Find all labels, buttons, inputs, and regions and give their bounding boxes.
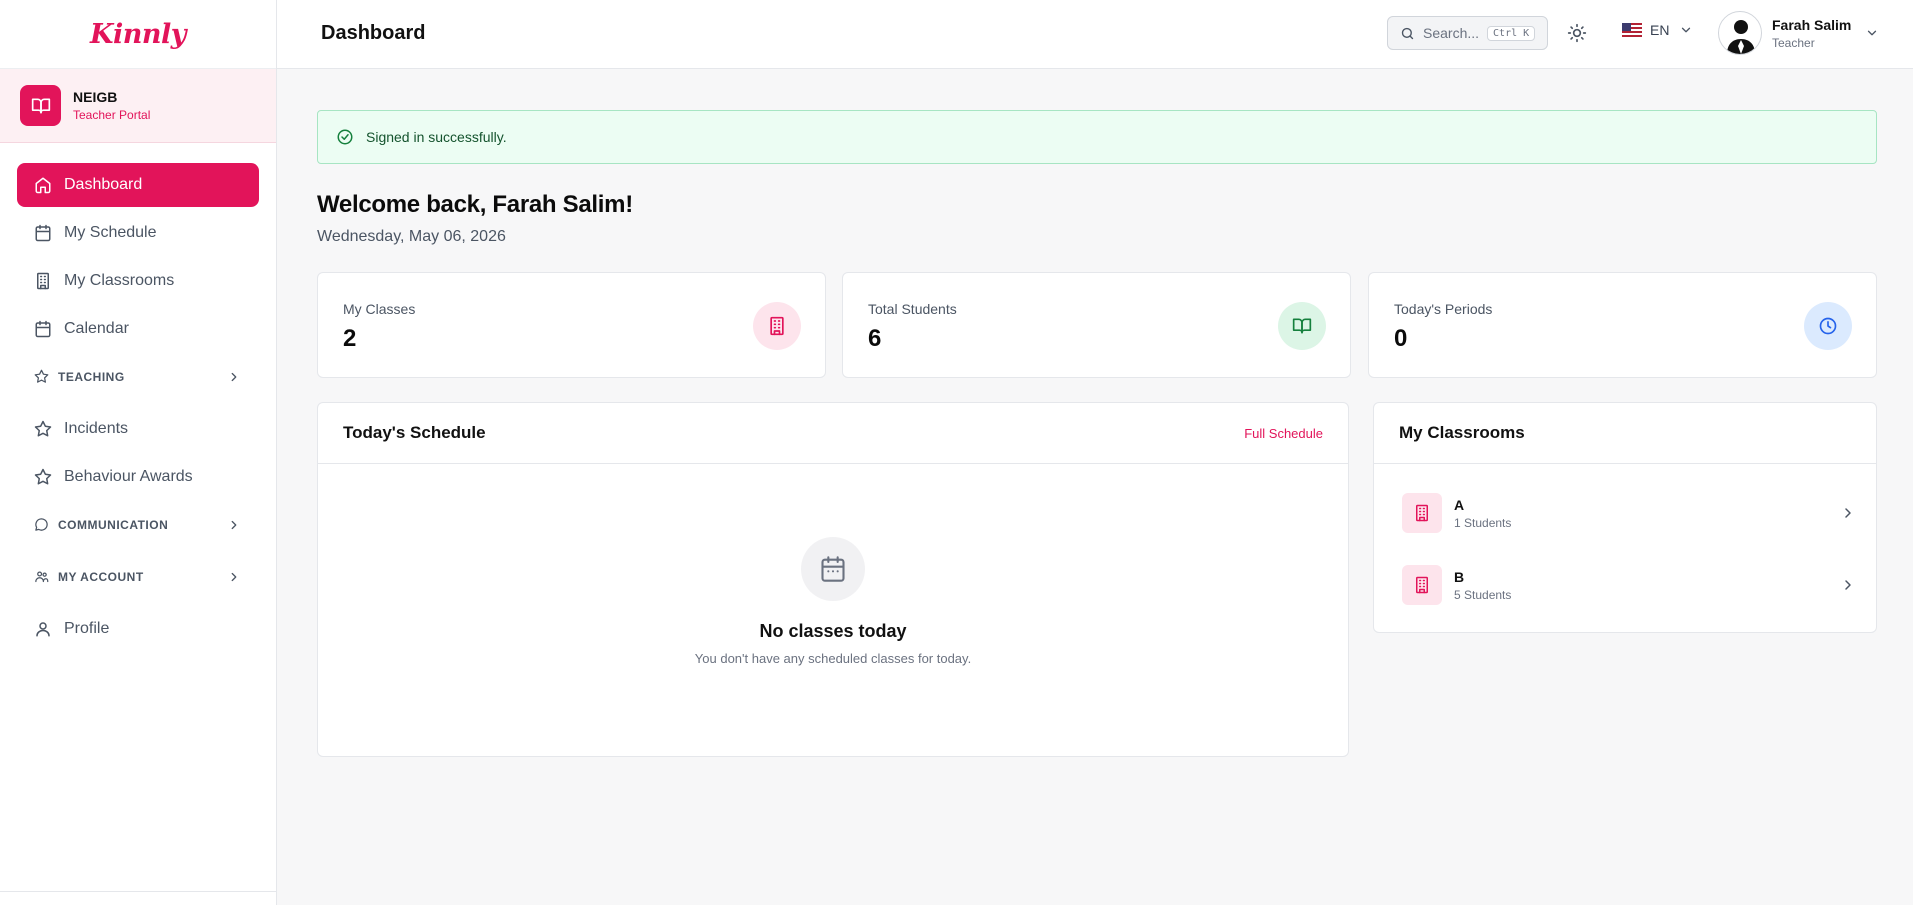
search-shortcut: Ctrl K: [1487, 25, 1536, 41]
calendar-icon: [34, 224, 52, 242]
search-icon: [1400, 26, 1415, 41]
sidebar-item-behaviour-awards[interactable]: Behaviour Awards: [17, 455, 259, 499]
language-label: EN: [1650, 22, 1670, 38]
app-logo[interactable]: Kinnly: [90, 19, 186, 50]
card-header: My Classrooms: [1374, 403, 1876, 464]
card-title: My Classrooms: [1399, 423, 1525, 442]
sidebar-item-dashboard[interactable]: Dashboard: [17, 163, 259, 207]
users-icon: [34, 569, 50, 585]
stat-label: My Classes: [343, 301, 416, 317]
chat-icon: [34, 517, 50, 533]
sidebar-item-label: My Classrooms: [64, 272, 175, 289]
sidebar-item-my-schedule[interactable]: My Schedule: [17, 211, 259, 255]
classroom-item-a[interactable]: A 1 Students: [1402, 491, 1856, 535]
chevron-right-icon: [1840, 505, 1856, 521]
chevron-right-icon: [227, 570, 241, 584]
sun-icon: [1567, 23, 1589, 43]
sidebar-section-teaching[interactable]: TEACHING: [17, 355, 259, 399]
star-icon: [34, 369, 50, 385]
sidebar-section-my-account[interactable]: MY ACCOUNT: [17, 555, 259, 599]
section-label: MY ACCOUNT: [58, 570, 144, 584]
logo-area: Kinnly: [0, 0, 276, 69]
check-circle-icon: [336, 128, 354, 146]
my-classrooms-card: My Classrooms A 1 Students B 5 Students: [1373, 402, 1877, 633]
chevron-down-icon: [1679, 23, 1693, 37]
user-icon: [34, 620, 52, 638]
top-header: Dashboard Search... Ctrl K EN Farah Sali…: [277, 0, 1913, 69]
full-schedule-link[interactable]: Full Schedule: [1244, 426, 1323, 441]
language-selector[interactable]: EN: [1622, 22, 1693, 38]
building-icon: [753, 302, 801, 350]
classroom-name: B: [1454, 568, 1465, 585]
search-placeholder: Search...: [1423, 25, 1480, 41]
book-icon: [20, 85, 61, 126]
us-flag-icon: [1622, 23, 1642, 37]
sidebar-footer: [0, 891, 277, 905]
building-icon: [34, 272, 52, 290]
sidebar-item-label: Behaviour Awards: [64, 468, 193, 485]
sidebar-item-label: My Schedule: [64, 224, 157, 241]
home-icon: [34, 176, 52, 194]
stat-card-my-classes: My Classes 2: [317, 272, 826, 378]
sidebar-section-communication[interactable]: COMMUNICATION: [17, 503, 259, 547]
org-switcher: NEIGB Teacher Portal: [0, 69, 276, 143]
alert-text: Signed in successfully.: [366, 129, 507, 145]
empty-title: No classes today: [759, 621, 907, 641]
stat-card-todays-periods: Today's Periods 0: [1368, 272, 1877, 378]
sidebar-item-label: Dashboard: [64, 176, 143, 193]
card-title: Today's Schedule: [343, 423, 486, 442]
sidebar-item-incidents[interactable]: Incidents: [17, 407, 259, 451]
classroom-item-b[interactable]: B 5 Students: [1402, 563, 1856, 607]
star-icon: [34, 420, 52, 438]
sidebar-nav: Dashboard My Schedule My Classrooms Cale…: [0, 143, 276, 651]
avatar: [1718, 11, 1762, 55]
classroom-name: A: [1454, 496, 1465, 513]
empty-state: No classes today You don't have any sche…: [318, 537, 1348, 666]
sidebar-item-label: Profile: [64, 620, 110, 637]
calendar-icon: [34, 320, 52, 338]
welcome-heading: Welcome back, Farah Salim!: [317, 191, 633, 218]
card-header: Today's Schedule Full Schedule: [318, 403, 1348, 464]
empty-subtitle: You don't have any scheduled classes for…: [694, 651, 972, 666]
section-label: TEACHING: [58, 370, 125, 384]
sidebar-item-my-classrooms[interactable]: My Classrooms: [17, 259, 259, 303]
chevron-right-icon: [227, 370, 241, 384]
current-date: Wednesday, May 06, 2026: [317, 228, 506, 245]
sidebar-item-profile[interactable]: Profile: [17, 607, 259, 651]
stat-value: 0: [1394, 325, 1408, 352]
sidebar: Kinnly NEIGB Teacher Portal Dashboard My…: [0, 0, 277, 905]
org-name: NEIGB: [73, 89, 118, 105]
clock-icon: [1804, 302, 1852, 350]
chevron-right-icon: [227, 518, 241, 532]
building-icon: [1402, 565, 1442, 605]
stat-card-total-students: Total Students 6: [842, 272, 1351, 378]
building-icon: [1402, 493, 1442, 533]
section-label: COMMUNICATION: [58, 518, 169, 532]
user-name: Farah Salim: [1772, 16, 1852, 33]
stat-value: 2: [343, 325, 357, 352]
stat-label: Today's Periods: [1394, 301, 1493, 317]
classroom-count: 5 Students: [1454, 587, 1512, 602]
chevron-down-icon: [1865, 26, 1879, 40]
sidebar-item-calendar[interactable]: Calendar: [17, 307, 259, 351]
page-title: Dashboard: [321, 22, 426, 44]
book-icon: [1278, 302, 1326, 350]
sidebar-item-label: Calendar: [64, 320, 129, 337]
theme-toggle-button[interactable]: [1567, 23, 1589, 45]
search-box[interactable]: Search... Ctrl K: [1387, 16, 1548, 50]
stat-value: 6: [868, 325, 882, 352]
star-icon: [34, 468, 52, 486]
user-menu[interactable]: Farah Salim Teacher: [1718, 11, 1879, 55]
todays-schedule-card: Today's Schedule Full Schedule No classe…: [317, 402, 1349, 757]
calendar-icon: [801, 537, 865, 601]
stat-label: Total Students: [868, 301, 957, 317]
user-role: Teacher: [1772, 35, 1815, 50]
chevron-right-icon: [1840, 577, 1856, 593]
sidebar-item-label: Incidents: [64, 420, 129, 437]
success-alert: Signed in successfully.: [317, 110, 1877, 164]
org-subtitle: Teacher Portal: [73, 108, 151, 122]
classroom-count: 1 Students: [1454, 515, 1512, 530]
